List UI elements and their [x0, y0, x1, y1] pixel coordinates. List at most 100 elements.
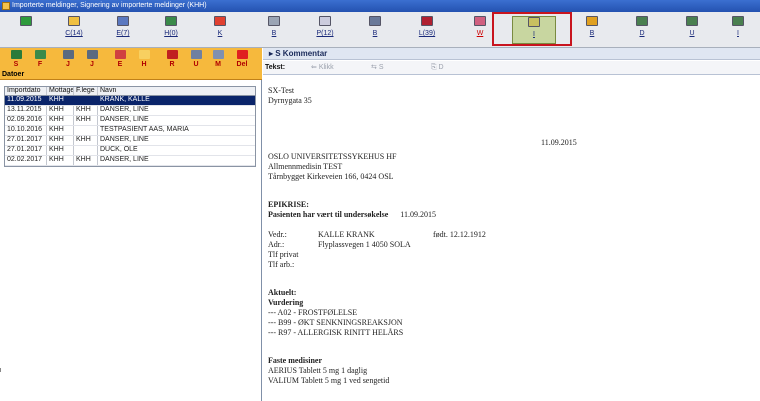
- column-mottager[interactable]: Mottager: [47, 87, 74, 95]
- document-icon: [117, 16, 129, 26]
- message-grid: Importdato Mottager F.lege Navn 11.09.20…: [4, 86, 256, 167]
- refresh-icon: [10, 50, 22, 59]
- left-toolbar: S F J J E H R U M Del Datoer: [0, 48, 262, 80]
- journal-icon: [62, 50, 74, 59]
- phone-out-icon: [686, 16, 698, 26]
- toolbar-button-home[interactable]: [6, 16, 46, 44]
- medicines-heading: Faste medisiner: [268, 356, 322, 365]
- text-label: Tekst:: [265, 64, 286, 71]
- exam-label: Pasienten har vært til undersøkelse: [268, 210, 389, 219]
- section-label: Datoer: [2, 71, 25, 78]
- left-button-f[interactable]: F: [30, 50, 50, 70]
- d-button[interactable]: ⎘ D: [431, 61, 444, 75]
- left-button-m[interactable]: M: [208, 50, 228, 70]
- left-button-h[interactable]: H: [134, 50, 154, 70]
- left-button-u[interactable]: U: [186, 50, 206, 70]
- card-icon: [165, 16, 177, 26]
- medicine-2: VALIUM Tablett 5 mg 1 ved sengetid: [268, 376, 390, 385]
- highlight-box: [492, 12, 572, 46]
- chart-icon: [268, 16, 280, 26]
- diagnosis-2: --- B99 - ØKT SENKNINGSREAKSJON: [268, 318, 403, 327]
- table-row[interactable]: 11.09.2015 KHH KRANK, KALLE: [5, 96, 255, 106]
- toolbar-button-p[interactable]: P(12): [305, 16, 345, 44]
- text-toolbar: Tekst: ⇐ Klikk ⇆ S ⎘ D: [263, 61, 760, 75]
- sender-line2: Dyrnygata 35: [268, 96, 312, 105]
- toolbar-button-b2[interactable]: B: [355, 16, 395, 44]
- toolbar-button-b3[interactable]: B: [572, 16, 612, 44]
- tools-icon: [369, 16, 381, 26]
- lab-icon: [421, 16, 433, 26]
- mail-icon: [214, 16, 226, 26]
- vurdering-heading: Vurdering: [268, 298, 304, 307]
- toolbar-button-k[interactable]: K: [200, 16, 240, 44]
- patient-name: KALLE KRANK: [318, 230, 375, 239]
- left-button-del[interactable]: Del: [232, 50, 252, 70]
- hospital-address: Tårnbygget Kirkeveien 166, 0424 OSL: [268, 172, 394, 181]
- signature-icon: [586, 16, 598, 26]
- column-flege[interactable]: F.lege: [74, 87, 98, 95]
- table-row[interactable]: 10.10.2016 KHH TESTPASIENT AAS, MARIA: [5, 126, 255, 136]
- phone-icon: [636, 16, 648, 26]
- filter-icon: [34, 50, 46, 59]
- patient-address: Flyplassvegen 1 4050 SOLA: [318, 240, 411, 249]
- toolbar-button-l[interactable]: L(39): [407, 16, 447, 44]
- divider: [0, 368, 4, 372]
- table-row[interactable]: 02.09.2016 KHH KHH DANSER, LINE: [5, 116, 255, 126]
- main-window: Importerte meldinger, Signering av impor…: [0, 0, 760, 401]
- left-button-j[interactable]: J: [58, 50, 78, 70]
- toolbar-button-b[interactable]: B: [254, 16, 294, 44]
- medicine-1: AERIUS Tablett 5 mg 1 daglig: [268, 366, 368, 375]
- hospital-name: OSLO UNIVERSITETSSYKEHUS HF: [268, 152, 397, 161]
- right-panel: ▸ S Kommentar Tekst: ⇐ Klikk ⇆ S ⎘ D SX-…: [263, 48, 760, 401]
- klikk-button[interactable]: ⇐ Klikk: [311, 61, 334, 75]
- toolbar-button-d[interactable]: D: [622, 16, 662, 44]
- column-navn[interactable]: Navn: [98, 87, 255, 95]
- table-row[interactable]: 02.02.2017 KHH KHH DANSER, LINE: [5, 156, 255, 166]
- sign-icon: [138, 50, 150, 59]
- epikrise-title: EPIKRISE:: [268, 200, 309, 209]
- table-row[interactable]: 27.01.2017 KHH KHH DANSER, LINE: [5, 136, 255, 146]
- home-icon: [20, 16, 32, 26]
- app-icon: [2, 2, 10, 10]
- toolbar-button-h[interactable]: H(0): [151, 16, 191, 44]
- department: Allmennmedisin TEST: [268, 162, 343, 171]
- diagnosis-3: --- R97 - ALLERGISK RINITT HELÅRS: [268, 328, 404, 337]
- left-button-e[interactable]: E: [110, 50, 130, 70]
- medicine-icon: [474, 16, 486, 26]
- vedr-label: Vedr.:: [268, 230, 287, 239]
- lock-icon: [68, 16, 80, 26]
- phone-work: Tlf arb.:: [268, 260, 295, 269]
- title-bar: Importerte meldinger, Signering av impor…: [0, 0, 760, 12]
- copy-icon: [212, 50, 224, 59]
- left-button-j2[interactable]: J: [82, 50, 102, 70]
- phone-private: Tlf privat: [268, 250, 299, 259]
- toolbar-button-c[interactable]: C(14): [54, 16, 94, 44]
- window-title: Importerte meldinger, Signering av impor…: [12, 2, 207, 9]
- s-button[interactable]: ⇆ S: [371, 61, 383, 75]
- toolbar-button-e[interactable]: E(7): [103, 16, 143, 44]
- adr-label: Adr.:: [268, 240, 285, 249]
- delete-icon: [236, 50, 248, 59]
- sender-line1: SX-Test: [268, 86, 295, 95]
- column-importdato[interactable]: Importdato: [5, 87, 47, 95]
- main-toolbar: C(14) E(7) H(0) K B P(12) B L(39) W I B …: [0, 12, 760, 48]
- journal-copy-icon: [86, 50, 98, 59]
- print-icon: [190, 50, 202, 59]
- edit-icon: [114, 50, 126, 59]
- left-button-r[interactable]: R: [162, 50, 182, 70]
- table-row[interactable]: 27.01.2017 KHH DUCK, OLE: [5, 146, 255, 156]
- phone-in-icon: [732, 16, 744, 26]
- left-button-s[interactable]: S: [6, 50, 26, 70]
- table-row[interactable]: 13.11.2015 KHH KHH DANSER, LINE: [5, 106, 255, 116]
- left-panel: S F J J E H R U M Del Datoer Importdato …: [0, 48, 262, 401]
- comment-label: S Kommentar: [275, 49, 328, 58]
- aktuelt-heading: Aktuelt:: [268, 288, 297, 297]
- birth-date: født. 12.12.1912: [433, 230, 486, 239]
- diagnosis-1: --- A02 - FROSTFØLELSE: [268, 308, 358, 317]
- toolbar-button-u[interactable]: U: [672, 16, 712, 44]
- pen-icon: [319, 16, 331, 26]
- toolbar-button-i2[interactable]: I: [718, 16, 758, 44]
- exam-date: 11.09.2015: [400, 210, 436, 219]
- comment-bar[interactable]: ▸ S Kommentar: [263, 48, 760, 60]
- document-date: 11.09.2015: [541, 138, 577, 147]
